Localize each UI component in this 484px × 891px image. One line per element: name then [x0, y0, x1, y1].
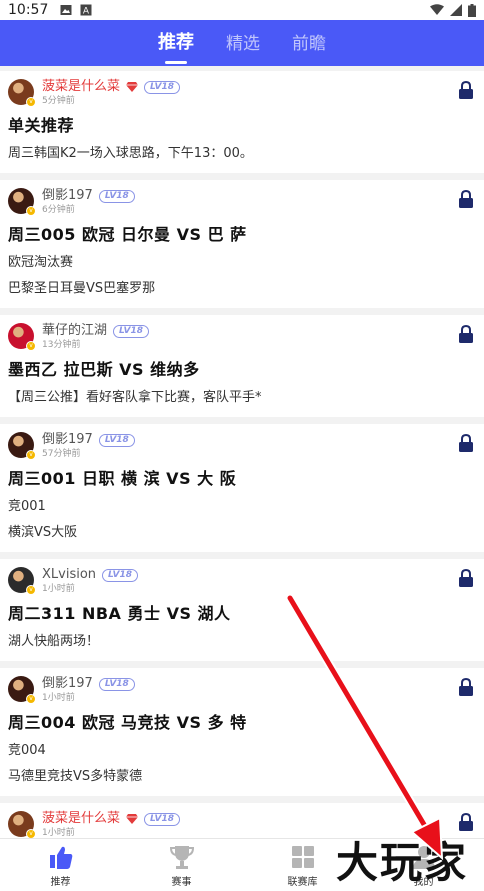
gallery-icon — [60, 5, 72, 15]
tab-featured[interactable]: 精选 — [226, 29, 260, 58]
level-badge: LV18 — [113, 324, 150, 338]
battery-icon — [468, 3, 476, 17]
avatar[interactable]: v — [8, 432, 36, 460]
post-time: 1小时前 — [42, 828, 75, 838]
wifi-icon — [430, 4, 444, 15]
thumbs-up-icon — [49, 846, 72, 869]
post-line: 横滨VS大阪 — [8, 525, 78, 540]
app-a-icon: A — [80, 4, 92, 16]
post-card[interactable]: v 菠菜是什么菜 LV18 5分钟前单关推荐周三韩国K2一场入球思路，下午13：00。 — [0, 71, 484, 173]
level-badge: LV18 — [98, 189, 135, 203]
avatar[interactable]: v — [8, 323, 36, 351]
diamond-icon — [126, 82, 139, 92]
post-card[interactable]: v 倒影197 LV18 57分钟前周三001 日职 横 滨 VS 大 阪竞001 横滨… — [0, 424, 484, 552]
post-line: 【周三公推】看好客队拿下比赛，客队平手* — [8, 390, 262, 405]
nav-league-library[interactable]: 联赛库 — [263, 843, 343, 888]
post-title: 周三005 欧冠 日尔曼 VS 巴 萨 — [8, 225, 247, 244]
nav-label: 推荐 — [50, 876, 71, 888]
post-time: 6分钟前 — [42, 205, 75, 215]
lock-icon[interactable] — [458, 813, 474, 831]
lock-icon[interactable] — [458, 434, 474, 452]
lock-icon[interactable] — [458, 569, 474, 587]
post-time: 13分钟前 — [42, 340, 81, 350]
svg-text:A: A — [83, 7, 90, 17]
post-card[interactable]: v菠菜是什么菜LV181小时前单关推荐周三美冠杯次回合：美洲队大胜背景，本场守住… — [0, 803, 484, 838]
verified-badge-icon: v — [26, 450, 36, 460]
verified-badge-icon: v — [26, 97, 36, 107]
post-title: 墨西乙 拉巴斯 VS 维纳多 — [8, 360, 200, 379]
status-bar: 10:57 A — [0, 0, 484, 20]
post-card[interactable]: v 倒影197 LV18 6分钟前周三005 欧冠 日尔曼 VS 巴 萨欧冠淘汰赛巴黎… — [0, 180, 484, 308]
post-line: 竞004 — [8, 743, 46, 758]
post-time: 57分钟前 — [42, 449, 81, 459]
post-time: 1小时前 — [42, 584, 75, 594]
post-time: 5分钟前 — [42, 96, 75, 106]
post-feed[interactable]: v 菠菜是什么菜 LV18 5分钟前单关推荐周三韩国K2一场入球思路，下午13：00。… — [0, 71, 484, 838]
level-badge: LV18 — [102, 568, 139, 582]
post-line: 竞001 — [8, 499, 46, 514]
post-card[interactable]: v 華仔的江湖 LV18 13分钟前 墨西乙 拉巴斯 VS 维纳多【周三公推】看好客队… — [0, 315, 484, 417]
post-title: 单关推荐 — [8, 116, 75, 135]
trophy-icon — [169, 845, 194, 869]
author-name[interactable]: 菠菜是什么菜 — [42, 79, 120, 95]
avatar[interactable]: v — [8, 676, 36, 704]
post-time: 1小时前 — [42, 693, 75, 703]
author-name[interactable]: 華仔的江湖 — [42, 323, 107, 339]
verified-badge-icon: v — [26, 694, 36, 704]
level-badge: LV18 — [98, 677, 135, 691]
nav-recommend[interactable]: 推荐 — [21, 843, 101, 888]
verified-badge-icon: v — [26, 341, 36, 351]
lock-icon[interactable] — [458, 678, 474, 696]
nav-label: 联赛库 — [287, 876, 318, 888]
author-name[interactable]: XLvision — [42, 567, 96, 583]
post-card[interactable]: v 倒影197 LV18 1小时前周三004 欧冠 马竞技 VS 多 特竞004 马德里… — [0, 668, 484, 796]
signal-icon — [450, 4, 462, 16]
post-line: 巴黎圣日耳曼VS巴塞罗那 — [8, 281, 156, 296]
verified-badge-icon: v — [26, 829, 36, 838]
author-name[interactable]: 倒影197 — [42, 676, 93, 692]
lock-icon[interactable] — [458, 190, 474, 208]
post-line: 周三韩国K2一场入球思路，下午13：00。 — [8, 146, 253, 161]
status-time: 10:57 — [8, 2, 49, 18]
level-badge: LV18 — [144, 80, 181, 94]
post-title: 周三001 日职 横 滨 VS 大 阪 — [8, 469, 237, 488]
avatar[interactable]: v — [8, 567, 36, 595]
level-badge: LV18 — [144, 812, 181, 826]
post-title: 周三004 欧冠 马竞技 VS 多 特 — [8, 713, 247, 732]
lock-icon[interactable] — [458, 81, 474, 99]
verified-badge-icon: v — [26, 585, 36, 595]
nav-matches[interactable]: 赛事 — [142, 843, 222, 888]
post-line: 湖人快船两场！ — [8, 634, 100, 649]
lock-icon[interactable] — [458, 325, 474, 343]
level-badge: LV18 — [98, 433, 135, 447]
avatar[interactable]: v — [8, 811, 36, 838]
avatar[interactable]: v — [8, 79, 36, 107]
tab-preview[interactable]: 前瞻 — [292, 29, 326, 58]
author-name[interactable]: 菠菜是什么菜 — [42, 811, 120, 827]
post-title: 周二311 NBA 勇士 VS 湖人 — [8, 604, 231, 623]
nav-label: 赛事 — [171, 876, 192, 888]
post-line: 马德里竞技VS多特蒙德 — [8, 769, 143, 784]
avatar[interactable]: v — [8, 188, 36, 216]
post-card[interactable]: v XLvision LV18 1小时前周二311 NBA 勇士 VS 湖人湖人快船两… — [0, 559, 484, 661]
post-line: 欧冠淘汰赛 — [8, 255, 74, 270]
diamond-icon — [126, 814, 139, 824]
grid-icon — [291, 845, 314, 868]
watermark-logo: 大玩家 — [336, 838, 469, 887]
tab-recommend[interactable]: 推荐 — [158, 28, 194, 58]
author-name[interactable]: 倒影197 — [42, 188, 93, 204]
author-name[interactable]: 倒影197 — [42, 432, 93, 448]
verified-badge-icon: v — [26, 206, 36, 216]
top-tab-bar: 推荐 精选 前瞻 — [0, 20, 484, 66]
